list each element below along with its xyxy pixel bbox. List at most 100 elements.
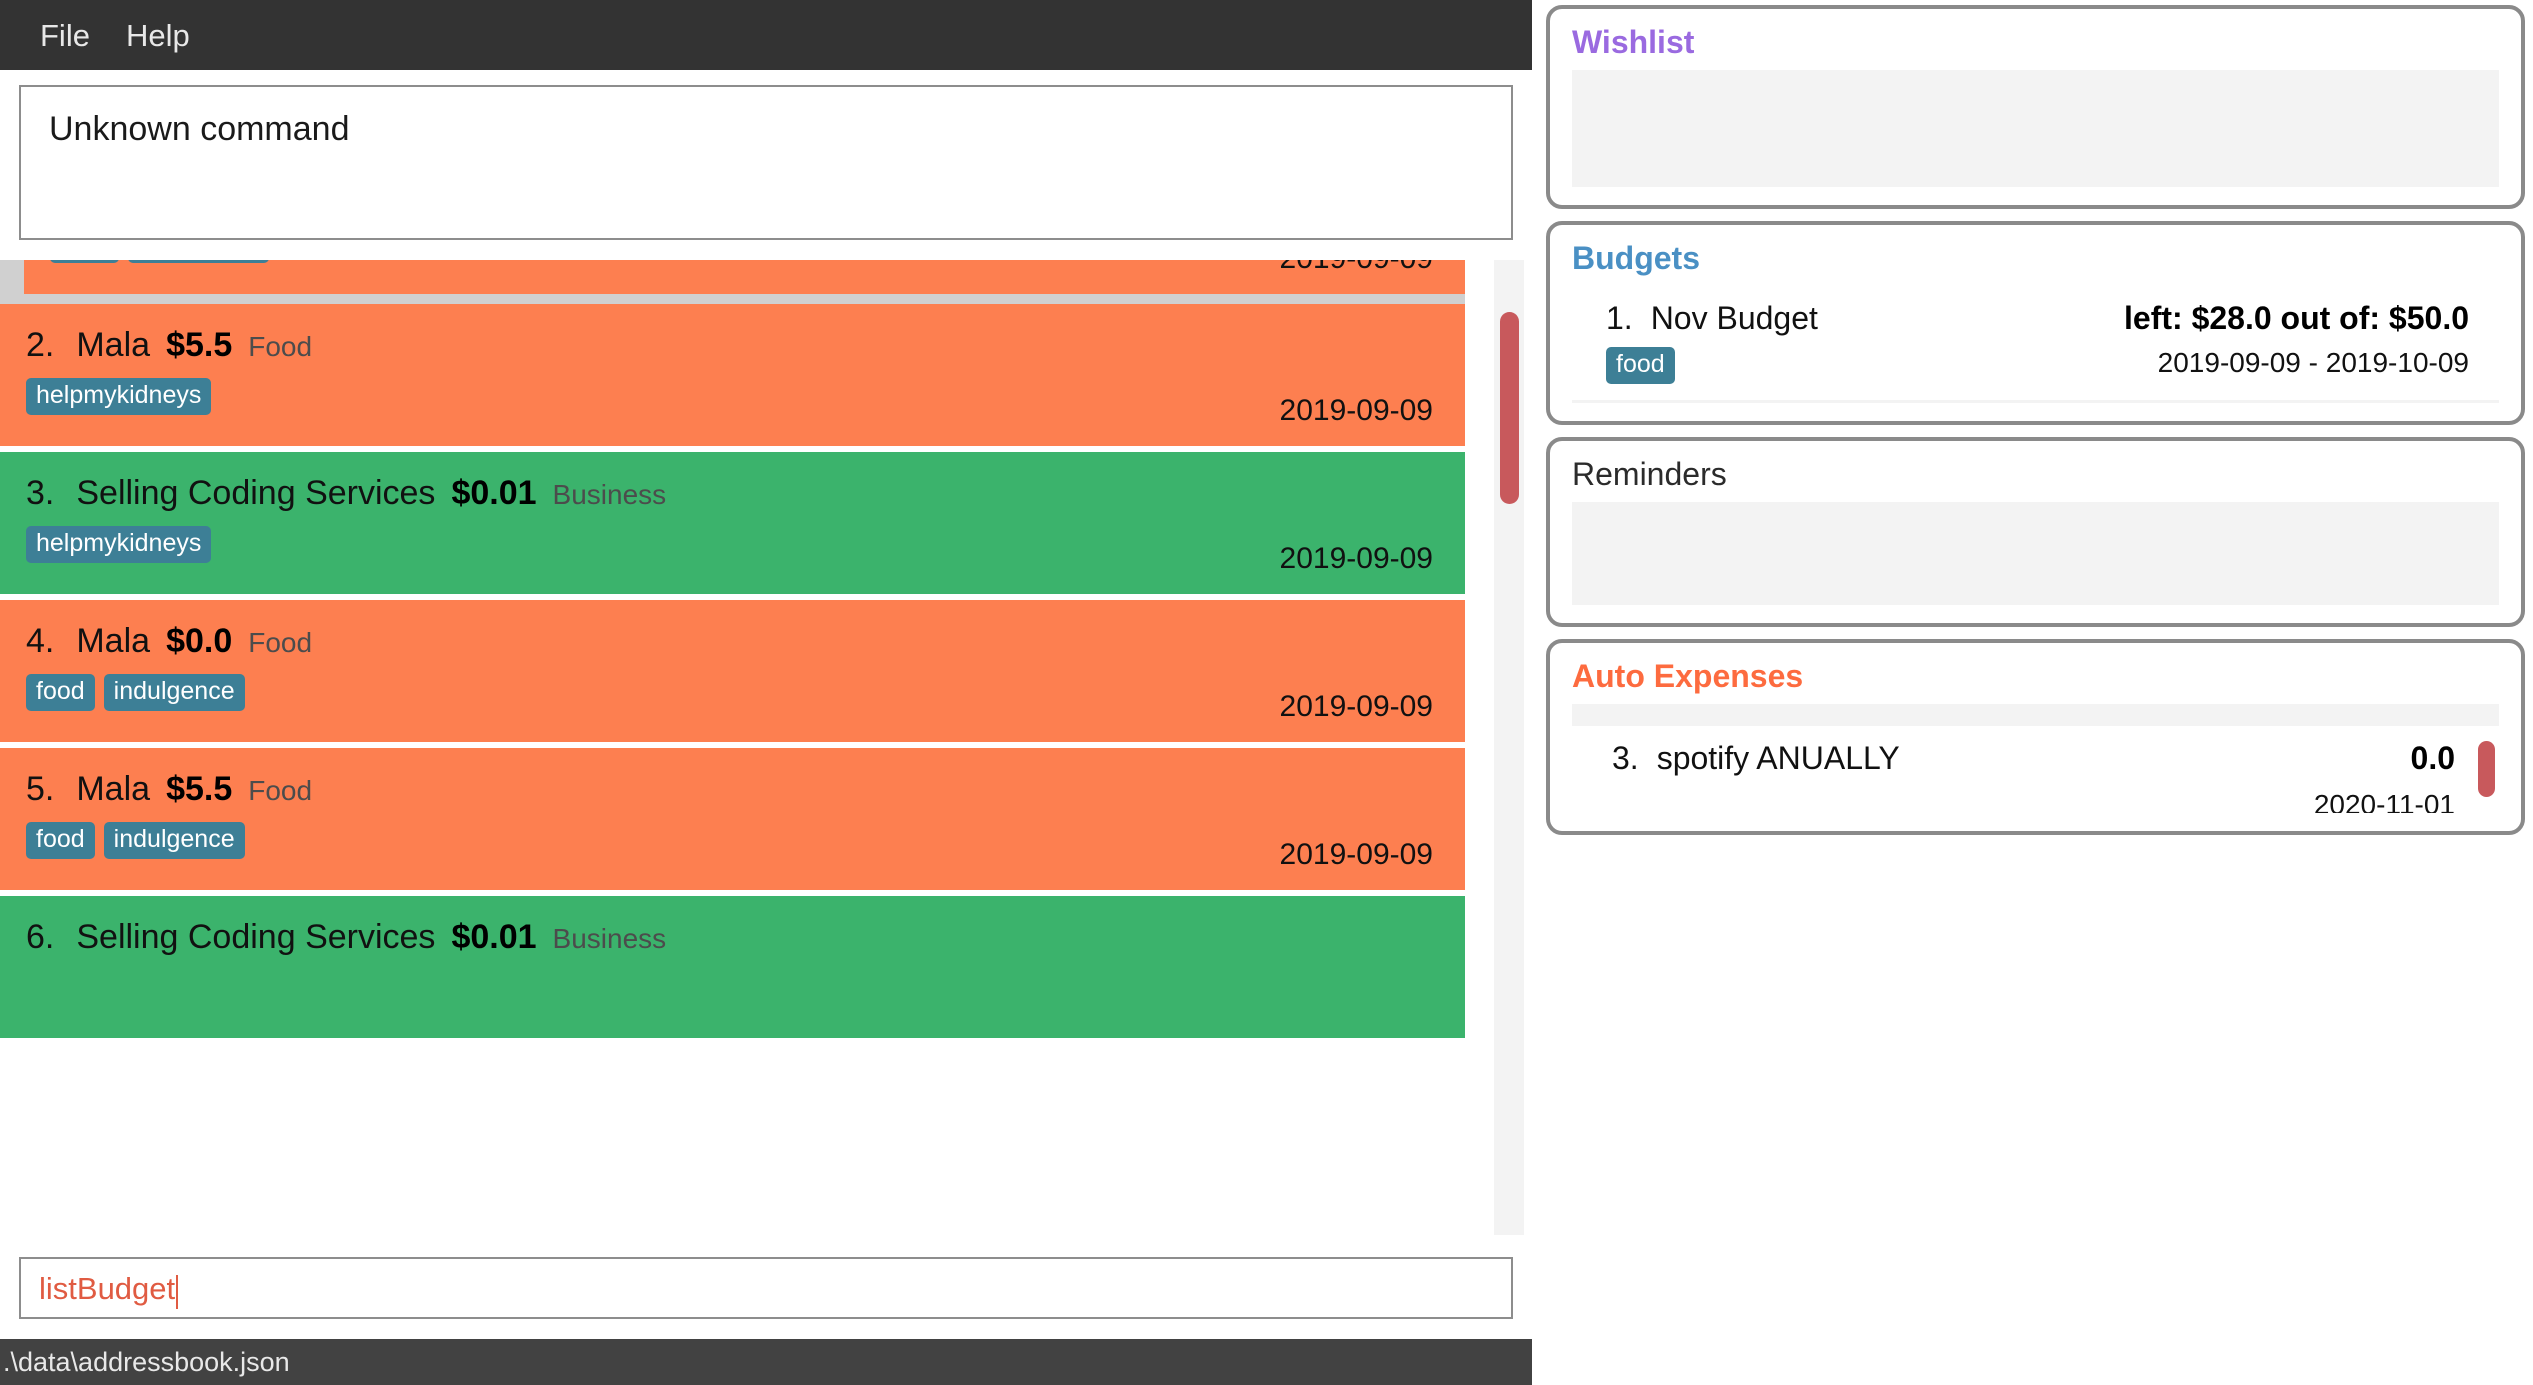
- expense-amount: $5.5: [166, 326, 232, 365]
- expense-card[interactable]: 1. food indulgence 2019-09-09: [24, 260, 1465, 294]
- list-item[interactable]: 3. Selling Coding Services $0.01 Busines…: [0, 452, 1465, 600]
- menu-item-file[interactable]: File: [22, 14, 108, 57]
- tag-chip[interactable]: food: [50, 260, 119, 263]
- wishlist-title: Wishlist: [1572, 25, 2499, 60]
- expense-index: 2.: [26, 326, 54, 365]
- expense-tag-list: food indulgence: [50, 260, 1439, 263]
- list-item[interactable]: 1. food indulgence 2019-09-09: [0, 260, 1465, 304]
- expense-card[interactable]: 6. Selling Coding Services $0.01 Busines…: [0, 896, 1465, 1038]
- expense-list: 1. food indulgence 2019-09-09: [0, 260, 1465, 1044]
- expense-category: Business: [553, 479, 667, 511]
- budget-list-item[interactable]: 1. Nov Budget food left: $28.0 out of: $5…: [1572, 286, 2499, 400]
- expense-name: Mala: [76, 622, 150, 661]
- reminders-title: Reminders: [1572, 457, 2499, 492]
- expense-name: Mala: [76, 770, 150, 809]
- expense-card[interactable]: 3. Selling Coding Services $0.01 Busines…: [0, 452, 1465, 594]
- auto-expenses-list[interactable]: 3. spotify ANUALLY 0.0 2020-11-01: [1572, 704, 2499, 813]
- expense-tag-list: food indulgence: [26, 674, 1439, 711]
- expense-date: 2019-09-09: [1280, 260, 1433, 276]
- status-bar: .\data\addressbook.json: [0, 1339, 1532, 1385]
- tag-chip[interactable]: helpmykidneys: [26, 526, 211, 563]
- tag-chip[interactable]: indulgence: [128, 260, 269, 263]
- budget-name: Nov Budget: [1651, 300, 1818, 336]
- tag-chip[interactable]: helpmykidneys: [26, 378, 211, 415]
- expense-tag-list: helpmykidneys: [26, 378, 1439, 415]
- left-pane: File Help Unknown command 1.: [0, 0, 1532, 1385]
- list-item[interactable]: 2. Mala $5.5 Food helpmykidneys 2019-09-…: [0, 304, 1465, 452]
- expense-amount: $5.5: [166, 770, 232, 809]
- auto-expense-name: spotify ANUALLY: [1657, 740, 1900, 776]
- expense-index: 3.: [26, 474, 54, 513]
- expense-card[interactable]: 4. Mala $0.0 Food food indulgence 2019-0…: [0, 600, 1465, 742]
- tag-chip[interactable]: indulgence: [104, 674, 245, 711]
- tag-chip[interactable]: food: [1606, 347, 1675, 384]
- auto-expense-amount: 0.0: [2411, 740, 2455, 777]
- expense-index: 5.: [26, 770, 54, 809]
- command-input-value: listBudget: [39, 1273, 175, 1304]
- auto-expense-index: 3.: [1612, 740, 1639, 776]
- budget-index: 1.: [1606, 300, 1633, 336]
- wishlist-list[interactable]: [1572, 70, 2499, 187]
- tag-chip[interactable]: food: [26, 674, 95, 711]
- expense-amount: $0.01: [451, 474, 536, 513]
- result-display-box: Unknown command: [19, 85, 1513, 240]
- list-item[interactable]: 4. Mala $0.0 Food food indulgence 2019-0…: [0, 600, 1465, 748]
- expense-date: 2019-09-09: [1280, 690, 1433, 724]
- expense-category: Business: [553, 923, 667, 955]
- text-caret: [176, 1275, 178, 1309]
- budget-tag-list: food: [1606, 347, 1818, 384]
- list-item[interactable]: 6. Selling Coding Services $0.01 Busines…: [0, 896, 1465, 1044]
- expense-amount: $0.0: [166, 622, 232, 661]
- budgets-title: Budgets: [1572, 241, 2499, 276]
- reminders-list[interactable]: [1572, 502, 2499, 605]
- application-window: File Help Unknown command 1.: [0, 0, 2533, 1385]
- expense-category: Food: [248, 331, 312, 363]
- menu-item-help[interactable]: Help: [108, 14, 208, 57]
- list-item[interactable]: 5. Mala $5.5 Food food indulgence 2019-0…: [0, 748, 1465, 896]
- budgets-list[interactable]: 1. Nov Budget food left: $28.0 out of: $5…: [1572, 286, 2499, 403]
- expense-card[interactable]: 2. Mala $5.5 Food helpmykidneys 2019-09-…: [0, 304, 1465, 446]
- expense-name: Selling Coding Services: [76, 474, 435, 513]
- expense-list-viewport[interactable]: 1. food indulgence 2019-09-09: [0, 260, 1532, 1235]
- tag-chip[interactable]: indulgence: [104, 822, 245, 859]
- menu-bar: File Help: [0, 0, 1532, 70]
- budget-amount: left: $28.0 out of: $50.0: [2124, 300, 2469, 337]
- budget-item-right: left: $28.0 out of: $50.0 2019-09-09 - 2…: [2124, 300, 2469, 379]
- auto-expenses-panel: Auto Expenses 3. spotify ANUALLY 0.0 2020…: [1546, 639, 2525, 835]
- budget-name-row: 1. Nov Budget: [1606, 300, 1818, 337]
- expense-date: 2019-09-09: [1280, 394, 1433, 428]
- expense-list-scrollbar[interactable]: [1494, 260, 1524, 1235]
- budget-date-range: 2019-09-09 - 2019-10-09: [2158, 347, 2469, 379]
- expense-header-row: 5. Mala $5.5 Food: [26, 770, 1439, 809]
- command-input[interactable]: listBudget: [19, 1257, 1513, 1319]
- expense-tag-list: food indulgence: [26, 822, 1439, 859]
- expense-card[interactable]: 5. Mala $5.5 Food food indulgence 2019-0…: [0, 748, 1465, 890]
- auto-expense-name-row: 3. spotify ANUALLY: [1612, 740, 1900, 777]
- expense-category: Food: [248, 627, 312, 659]
- expense-name: Selling Coding Services: [76, 918, 435, 957]
- expense-tag-list: helpmykidneys: [26, 526, 1439, 563]
- expense-index: 6.: [26, 918, 54, 957]
- expense-name: Mala: [76, 326, 150, 365]
- expense-header-row: 2. Mala $5.5 Food: [26, 326, 1439, 365]
- expense-header-row: 6. Selling Coding Services $0.01 Busines…: [26, 918, 1439, 957]
- expense-list-scrollbar-thumb[interactable]: [1500, 312, 1519, 504]
- auto-expense-right: 0.0 2020-11-01: [2314, 740, 2455, 813]
- expense-index: 4.: [26, 622, 54, 661]
- auto-expense-date: 2020-11-01: [2314, 789, 2455, 813]
- reminders-panel: Reminders: [1546, 437, 2525, 627]
- expense-date: 2019-09-09: [1280, 542, 1433, 576]
- wishlist-panel: Wishlist: [1546, 5, 2525, 209]
- tag-chip[interactable]: food: [26, 822, 95, 859]
- expense-header-row: 3. Selling Coding Services $0.01 Busines…: [26, 474, 1439, 513]
- expense-category: Food: [248, 775, 312, 807]
- budget-item-left: 1. Nov Budget food: [1606, 300, 1818, 384]
- expense-amount: $0.01: [451, 918, 536, 957]
- status-bar-file-path: .\data\addressbook.json: [3, 1349, 290, 1376]
- expense-list-region: 1. food indulgence 2019-09-09: [0, 260, 1532, 1235]
- expense-header-row: 4. Mala $0.0 Food: [26, 622, 1439, 661]
- auto-expense-list-item[interactable]: 3. spotify ANUALLY 0.0 2020-11-01: [1572, 726, 2499, 813]
- auto-expenses-scrollbar-thumb[interactable]: [2478, 741, 2495, 797]
- auto-expenses-title: Auto Expenses: [1572, 659, 2499, 694]
- budgets-panel: Budgets 1. Nov Budget food left: $28.0 ou…: [1546, 221, 2525, 425]
